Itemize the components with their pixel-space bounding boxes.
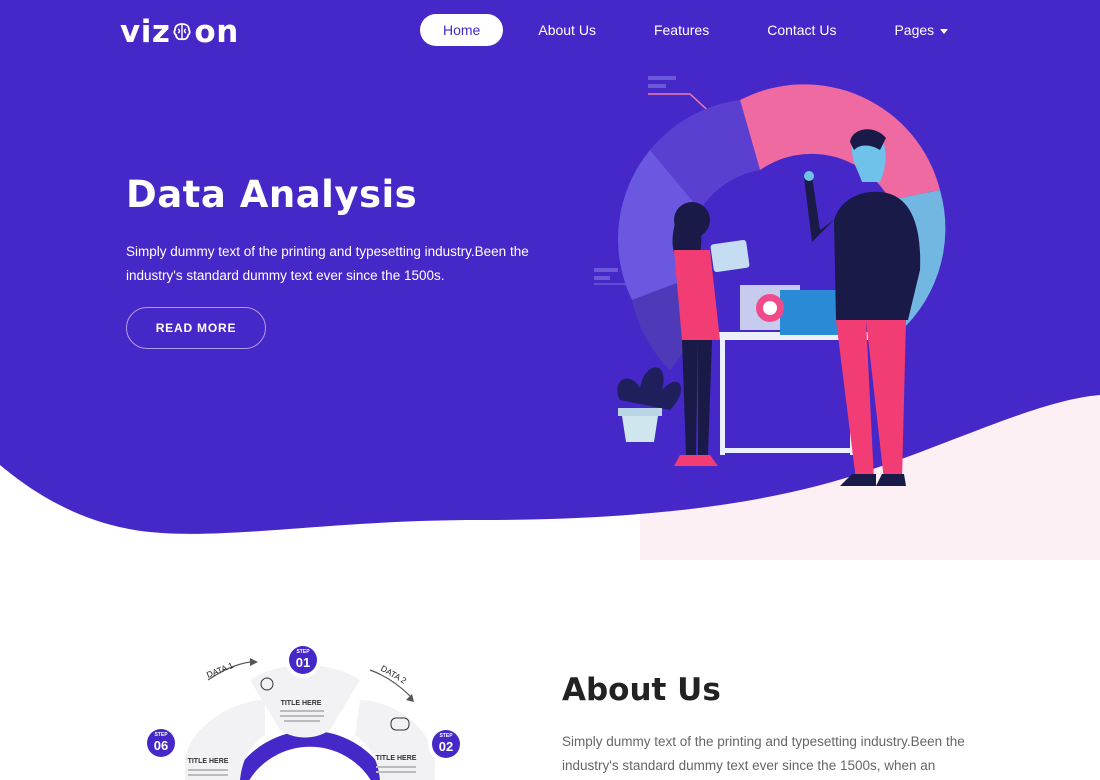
nav-about-us[interactable]: About Us [515, 14, 619, 46]
logo[interactable]: viz on [120, 14, 239, 50]
logo-text-start: viz [120, 14, 171, 50]
step-02-number: 02 [439, 739, 453, 754]
hero-section: viz on Home About Us Features Contact Us… [0, 0, 1100, 560]
hero-text: Simply dummy text of the printing and ty… [126, 244, 529, 283]
nav-pages-label: Pages [894, 22, 935, 38]
nav-contact-us[interactable]: Contact Us [744, 14, 859, 46]
nav-pages-dropdown[interactable]: Pages [871, 14, 971, 46]
about-title: About Us [562, 672, 721, 708]
step-02-title: TITLE HERE [376, 755, 417, 762]
arrow-label-data1: DATA 1 [205, 660, 235, 680]
about-text: Simply dummy text of the printing and ty… [562, 734, 965, 773]
step-01-number: 01 [296, 655, 310, 670]
read-more-button[interactable]: READ MORE [126, 307, 266, 349]
hero-title: Data Analysis [126, 173, 418, 216]
main-nav: Home About Us Features Contact Us Pages [420, 14, 971, 46]
step-06-number: 06 [154, 738, 168, 753]
step-01-title: TITLE HERE [281, 700, 322, 707]
step-06-title: TITLE HERE [188, 758, 229, 765]
steps-infographic: DATA 1 DATA 2 STEP 01 STEP 02 STEP 06 TI… [143, 642, 464, 780]
caret-down-icon [940, 28, 949, 34]
nav-home[interactable]: Home [420, 14, 504, 46]
data-analysis-illustration [594, 76, 946, 486]
page: viz on Home About Us Features Contact Us… [0, 0, 1100, 780]
logo-text-end: on [194, 14, 239, 50]
brain-icon [173, 23, 191, 41]
nav-features[interactable]: Features [631, 14, 732, 46]
